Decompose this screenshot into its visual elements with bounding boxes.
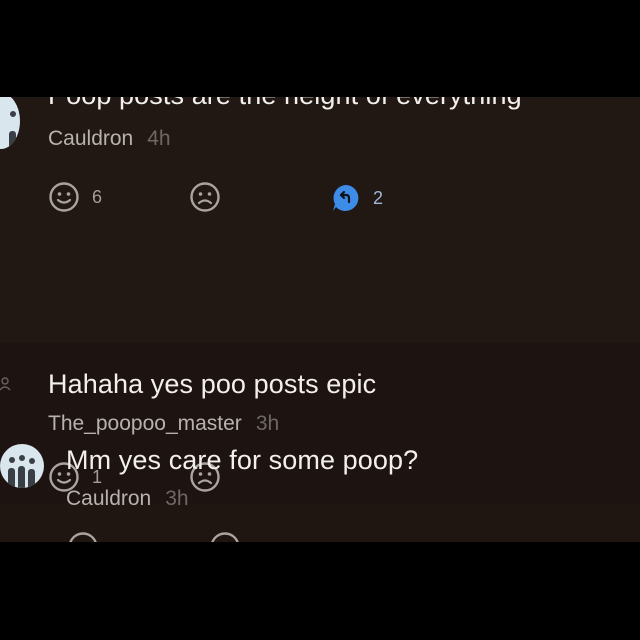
replies-button[interactable]: 2 xyxy=(331,183,383,213)
comment-meta: Cauldron 4h xyxy=(48,127,171,151)
user-icon xyxy=(0,377,11,391)
smile-icon[interactable] xyxy=(67,531,99,542)
frown-icon[interactable] xyxy=(209,531,241,542)
video-frame: Poop posts are the height of everything … xyxy=(0,0,640,640)
comment-time: 3h xyxy=(165,487,189,510)
like-count: 6 xyxy=(92,186,103,207)
comment-card: Poop posts are the height of everything … xyxy=(0,97,640,343)
comment-text: Poop posts are the height of everything xyxy=(48,97,522,111)
smile-icon xyxy=(49,182,79,212)
comment-meta: Cauldron 3h xyxy=(66,487,189,511)
avatar[interactable] xyxy=(0,444,44,488)
reply-count: 2 xyxy=(373,187,384,208)
avatar-figure xyxy=(9,131,16,149)
comments-screen: Poop posts are the height of everything … xyxy=(0,97,640,542)
comment-text: Mm yes care for some poop? xyxy=(66,445,419,475)
dislike-button[interactable] xyxy=(189,181,221,213)
frown-icon xyxy=(190,182,220,212)
comment-time: 4h xyxy=(147,127,171,150)
avatar[interactable] xyxy=(0,97,20,149)
comment-username[interactable]: Cauldron xyxy=(66,487,151,510)
avatar-figure xyxy=(28,469,35,488)
like-button[interactable]: 6 xyxy=(48,181,102,213)
avatar-figure-head xyxy=(19,455,25,461)
avatar-figure xyxy=(8,468,15,488)
comment-card: Mm yes care for some poop? Cauldron 3h xyxy=(0,432,640,542)
avatar-figure-head xyxy=(10,111,16,117)
comment-text: Hahaha yes poo posts epic xyxy=(48,369,377,399)
avatar-figure-head xyxy=(29,458,35,464)
reply-bubble-icon xyxy=(333,185,359,211)
avatar-figure xyxy=(18,466,25,488)
comment-username[interactable]: Cauldron xyxy=(48,127,133,150)
avatar-figure-head xyxy=(9,457,15,463)
